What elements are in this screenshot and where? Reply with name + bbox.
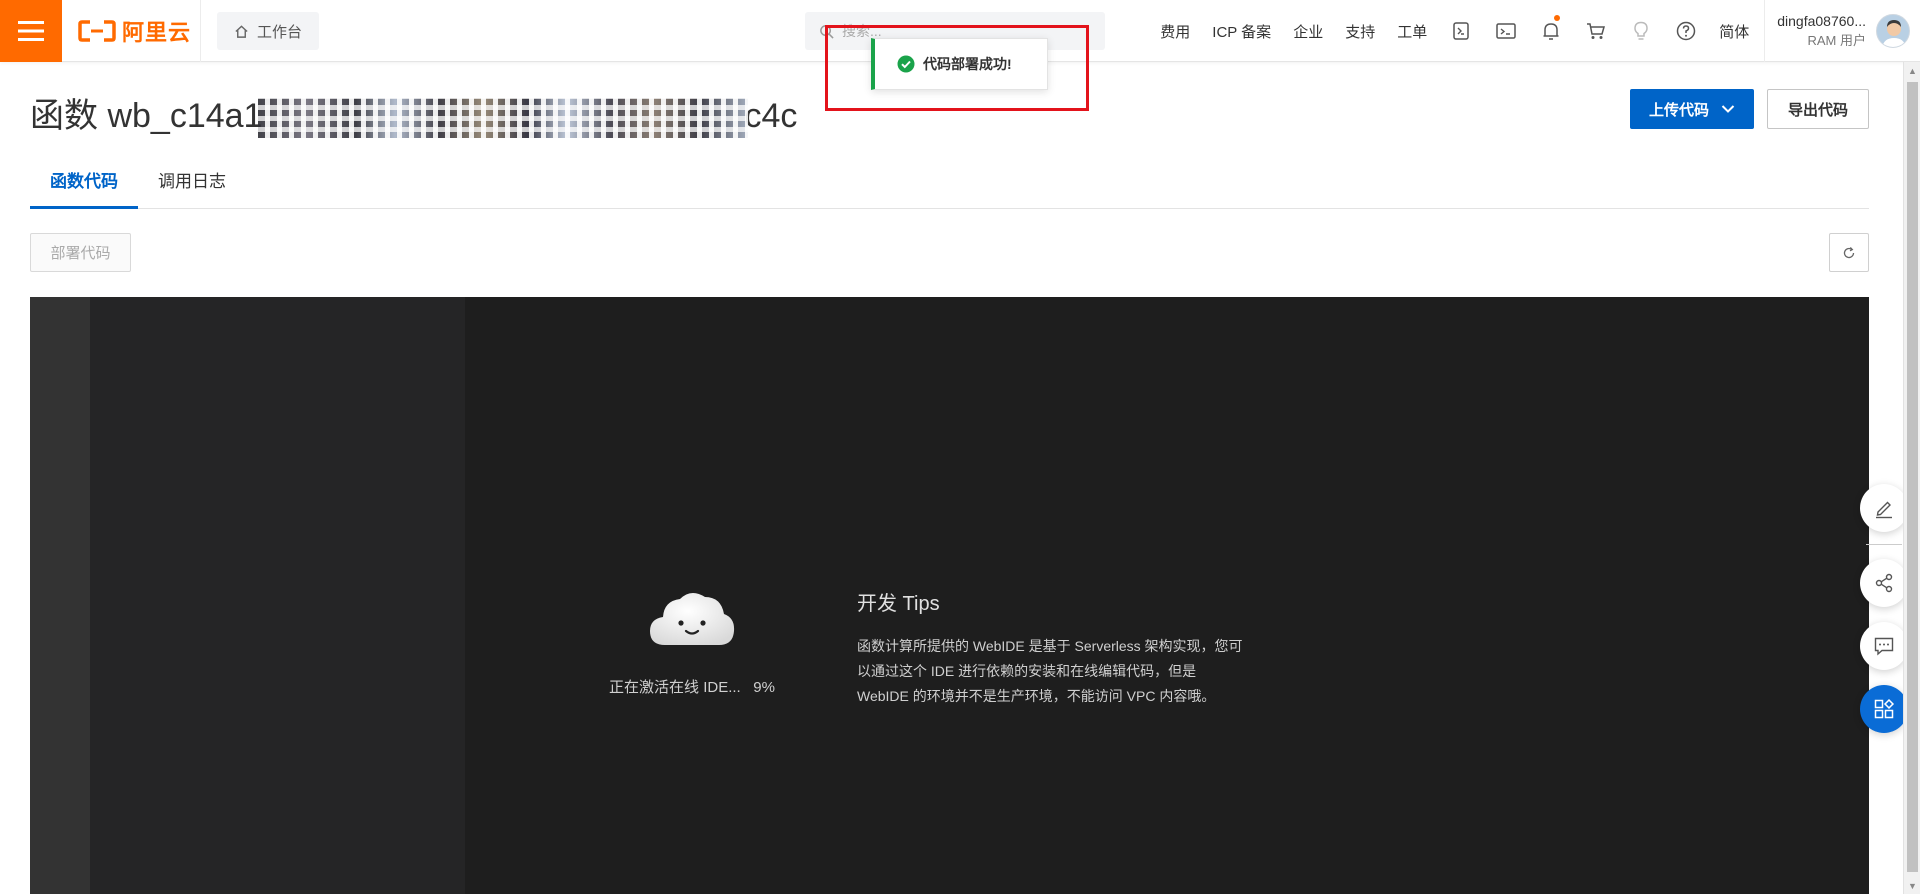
page-title-prefix: 函数 wb_c14a1 [30, 97, 263, 135]
cloud-mascot-icon [650, 592, 735, 645]
scroll-down-arrow[interactable]: ▼ [1904, 877, 1920, 894]
nav-icp[interactable]: ICP 备案 [1201, 21, 1282, 42]
user-menu[interactable]: dingfa08760... RAM 用户 [1764, 0, 1920, 62]
upload-code-label: 上传代码 [1648, 101, 1709, 119]
nav-support[interactable]: 支持 [1334, 21, 1386, 42]
ide-loading-progress: 9% [753, 679, 775, 696]
cart-button[interactable] [1573, 0, 1618, 62]
chat-icon [1874, 637, 1894, 656]
app-icon-button[interactable] [1438, 0, 1483, 62]
apps-grid-icon [1874, 698, 1895, 719]
deploy-code-label: 部署代码 [50, 245, 111, 262]
hamburger-menu-button[interactable] [0, 0, 62, 62]
aliyun-logo-icon [78, 20, 116, 42]
ide-sidebar [90, 297, 465, 894]
cart-icon [1586, 23, 1605, 39]
nav-fees[interactable]: 费用 [1149, 21, 1201, 42]
refresh-button[interactable] [1829, 233, 1869, 272]
help-button[interactable] [1663, 0, 1708, 62]
tips-line: WebIDE 的环境并不是生产环境，不能访问 VPC 内容哦。 [857, 688, 1216, 704]
workbench-label: 工作台 [256, 23, 302, 41]
ide-loading-status: 正在激活在线 IDE... 9% [592, 676, 792, 697]
deploy-code-button[interactable]: 部署代码 [30, 233, 131, 272]
apps-float-button[interactable] [1860, 685, 1908, 733]
tips-title: 开发 Tips [857, 593, 940, 615]
nav-enterprise[interactable]: 企业 [1282, 21, 1334, 42]
tab-invocation-log[interactable]: 调用日志 [138, 160, 246, 209]
user-name: dingfa08760... [1777, 13, 1866, 29]
home-icon [235, 24, 248, 38]
float-divider [1866, 544, 1902, 545]
idea-button[interactable] [1618, 0, 1663, 62]
share-float-button[interactable] [1860, 559, 1908, 607]
tab-bar: 函数代码 调用日志 [30, 160, 1869, 209]
scroll-up-arrow[interactable]: ▲ [1904, 62, 1920, 79]
edit-float-button[interactable] [1860, 484, 1908, 532]
top-nav-right: 费用 ICP 备案 企业 支持 工单 简体 dingfa08760... RAM… [1149, 0, 1920, 62]
web-ide-panel[interactable]: 正在激活在线 IDE... 9% 开发 Tips 函数计算所提供的 WebIDE… [30, 297, 1869, 894]
page-scrollbar[interactable]: ▲ ▼ [1903, 62, 1920, 894]
bell-icon [1543, 23, 1559, 40]
hamburger-icon [18, 21, 44, 41]
nav-ticket[interactable]: 工单 [1386, 21, 1438, 42]
workbench-button[interactable]: 工作台 [217, 12, 319, 50]
help-icon [1676, 21, 1695, 41]
annotation-highlight-box [825, 25, 1089, 111]
scroll-thumb[interactable] [1907, 82, 1918, 872]
divider [200, 0, 201, 62]
page-title-suffix: c4c [744, 97, 798, 135]
tab-function-code[interactable]: 函数代码 [30, 160, 138, 209]
avatar [1876, 14, 1910, 48]
upload-code-button[interactable]: 上传代码 [1630, 89, 1754, 129]
redacted-mosaic [258, 98, 749, 139]
feedback-float-button[interactable] [1860, 622, 1908, 670]
export-code-label: 导出代码 [1787, 101, 1848, 119]
app-icon [1452, 22, 1469, 40]
lightbulb-icon [1633, 21, 1648, 40]
tips-body: 函数计算所提供的 WebIDE 是基于 Serverless 架构实现，您可 以… [857, 634, 1297, 709]
tips-line: 函数计算所提供的 WebIDE 是基于 Serverless 架构实现，您可 [857, 638, 1243, 654]
ide-activity-bar [30, 297, 90, 894]
user-role: RAM 用户 [1807, 33, 1866, 48]
notification-button[interactable] [1528, 0, 1573, 62]
share-icon [1875, 573, 1893, 593]
terminal-icon [1495, 23, 1516, 39]
ide-loading-text: 正在激活在线 IDE... [609, 679, 741, 696]
edit-icon [1876, 501, 1892, 519]
language-switch[interactable]: 简体 [1708, 21, 1760, 42]
aliyun-logo[interactable]: 阿里云 [78, 16, 191, 46]
brand-text: 阿里云 [122, 20, 192, 45]
refresh-icon [1843, 246, 1855, 258]
export-code-button[interactable]: 导出代码 [1767, 89, 1869, 129]
dev-tips: 开发 Tips 函数计算所提供的 WebIDE 是基于 Serverless 架… [857, 587, 1297, 709]
page-title: 函数 wb_c14a1 c4c [30, 88, 798, 139]
chevron-down-icon [1721, 105, 1735, 113]
cloud-shell-button[interactable] [1483, 0, 1528, 62]
tips-line: 以通过这个 IDE 进行依赖的安装和在线编辑代码，但是 [857, 663, 1197, 679]
ide-loader: 正在激活在线 IDE... 9% [592, 587, 792, 697]
